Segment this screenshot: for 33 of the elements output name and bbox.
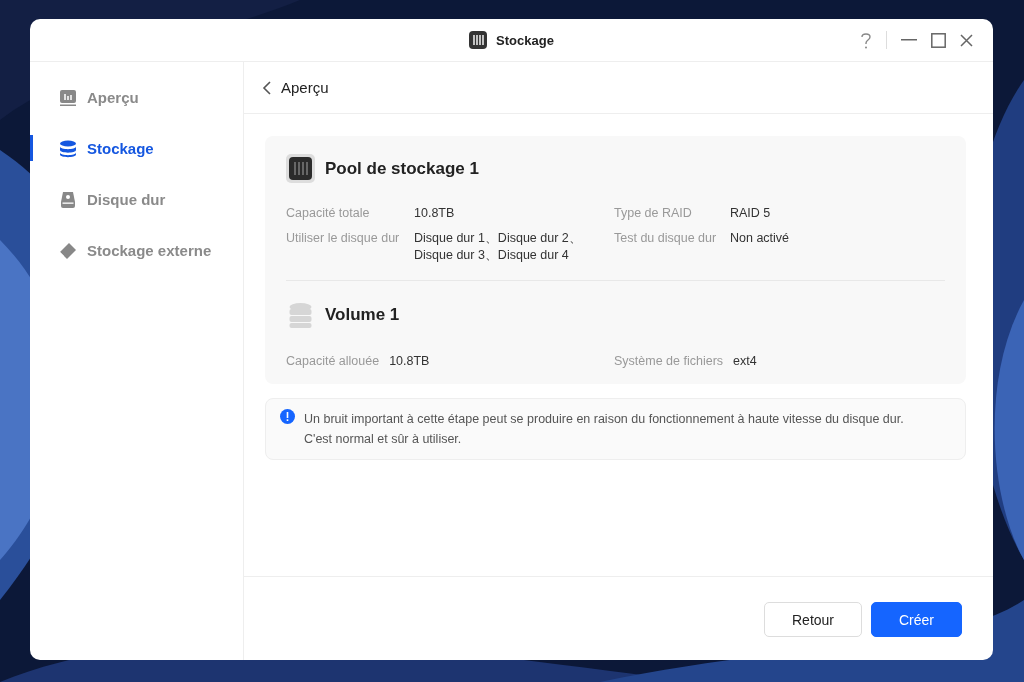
field-label: Capacité allouée: [286, 353, 380, 370]
sidebar-item[interactable]: Stockage: [30, 123, 243, 174]
back-icon[interactable]: [262, 80, 271, 95]
sidebar-item[interactable]: Stockage externe: [30, 225, 243, 276]
storage-icon: [469, 31, 488, 49]
back-button[interactable]: Retour: [764, 602, 862, 637]
field-value: Disque dur 1、Disque dur 2、Disque dur 3、Disque dur 4: [414, 230, 583, 264]
field-label: Système de fichiers: [614, 353, 724, 370]
chart-icon: [59, 88, 77, 107]
database-icon: [59, 139, 77, 158]
maximize-icon[interactable]: [931, 32, 946, 48]
section-title: Pool de stockage 1: [325, 158, 479, 179]
window-title: Stockage: [496, 32, 554, 48]
field-label: Utiliser le disque dur: [286, 230, 401, 247]
nas-icon: [286, 154, 315, 183]
notice-text: Un bruit important à cette étape peut se produire en raison du fonctionnement à haute vitesse du disque dur. C'est normal et sûr à utiliser.: [304, 411, 905, 448]
field-label: Capacité totale: [286, 205, 371, 222]
sidebar-item[interactable]: Aperçu: [30, 72, 243, 123]
field-label: Type de RAID: [614, 205, 693, 222]
close-icon[interactable]: [960, 33, 973, 47]
sidebar-item[interactable]: Disque dur: [30, 174, 243, 225]
field-value: RAID 5: [730, 205, 771, 222]
minimize-icon[interactable]: [901, 39, 917, 41]
create-button[interactable]: Créer: [871, 602, 962, 637]
section-title: Volume 1: [325, 304, 400, 325]
field-label: Test du disque dur: [614, 230, 718, 247]
help-icon[interactable]: [860, 31, 872, 49]
field-value: 10.8TB: [414, 205, 455, 222]
field-value: Non activé: [730, 230, 790, 247]
field-value: ext4: [733, 353, 757, 370]
page-title: Aperçu: [281, 79, 329, 96]
info-icon: [280, 409, 295, 424]
field-value: 10.8TB: [389, 353, 430, 370]
